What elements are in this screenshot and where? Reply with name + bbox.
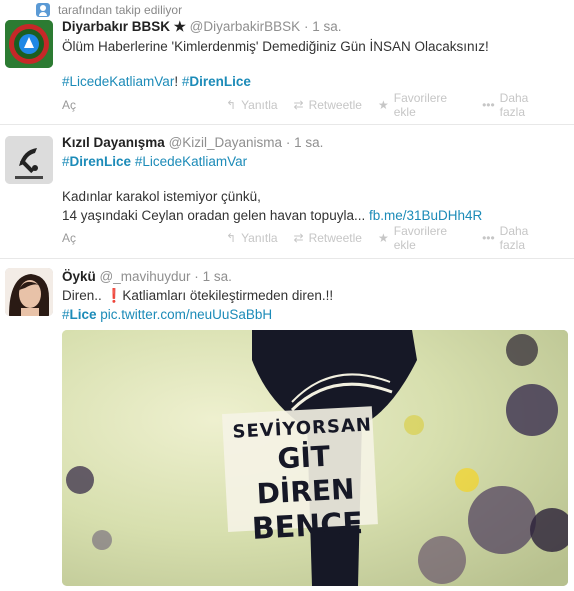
hashtag-link[interactable]: #LicedeKatliamVar bbox=[62, 74, 174, 89]
timestamp[interactable]: 1 sa. bbox=[203, 269, 232, 284]
username[interactable]: @_mavihuydur bbox=[100, 269, 191, 284]
hashtag-link[interactable]: #LicedeKatliamVar bbox=[135, 154, 247, 169]
tweet-line: Kadınlar karakol istemiyor çünkü, bbox=[62, 189, 261, 204]
tweet-line: 14 yaşındaki Ceylan oradan gelen havan t… bbox=[62, 208, 366, 223]
tweet-line: Diren.. bbox=[62, 288, 102, 303]
star-icon: ★ bbox=[377, 231, 389, 245]
avatar[interactable] bbox=[5, 136, 53, 184]
retweet-button[interactable]: ⇄ Retweetle bbox=[294, 231, 362, 245]
username[interactable]: @DiyarbakirBBSK bbox=[190, 19, 301, 34]
tweet-text: Ölüm Haberlerine 'Kimlerdenmiş' Demediği… bbox=[62, 37, 568, 91]
display-name[interactable]: Diyarbakır BBSK ★ bbox=[62, 19, 186, 34]
tweet-header: Kızıl Dayanışma @Kizil_Dayanisma · 1 sa. bbox=[62, 135, 324, 150]
retweet-icon: ⇄ bbox=[293, 231, 304, 245]
timestamp[interactable]: 1 sa. bbox=[294, 135, 323, 150]
star-icon: ★ bbox=[377, 98, 389, 112]
tweet-line: Katliamları ötekileştirmeden diren.!! bbox=[122, 288, 334, 303]
tweet-actions: Aç ↰ Yanıtla ⇄ Retweetle ★ Favorilere ekle … bbox=[62, 224, 568, 252]
reply-button[interactable]: ↰ Yanıtla bbox=[226, 231, 278, 245]
tweet-2[interactable]: Kızıl Dayanışma @Kizil_Dayanisma · 1 sa.… bbox=[0, 124, 574, 258]
tweet-1[interactable]: Diyarbakır BBSK ★ @DiyarbakirBBSK · 1 sa… bbox=[0, 18, 574, 124]
hashtag-link[interactable]: #DirenLice bbox=[62, 154, 131, 169]
photo-caption: SEVİYORSAN GİT DİREN BENCE bbox=[222, 413, 388, 549]
followed-by-text: tarafından takip ediliyor bbox=[58, 3, 183, 17]
photo-link[interactable]: pic.twitter.com/neuUuSaBbH bbox=[100, 307, 272, 322]
exclamation-emoji-icon: ❗ bbox=[105, 288, 123, 303]
timestamp[interactable]: 1 sa. bbox=[312, 19, 341, 34]
user-icon bbox=[36, 3, 50, 17]
tweet-header: Öykü @_mavihuydur · 1 sa. bbox=[62, 269, 232, 284]
retweet-button[interactable]: ⇄ Retweetle bbox=[294, 98, 362, 112]
followed-by-context: tarafından takip ediliyor bbox=[36, 2, 182, 18]
more-icon: ••• bbox=[482, 98, 495, 112]
favorite-button[interactable]: ★ Favorilere ekle bbox=[378, 224, 466, 252]
display-name[interactable]: Öykü bbox=[62, 269, 96, 284]
reply-button[interactable]: ↰ Yanıtla bbox=[226, 98, 278, 112]
expand-link[interactable]: Aç bbox=[62, 98, 76, 112]
more-button[interactable]: ••• Daha fazla bbox=[482, 224, 552, 252]
tweet-header: Diyarbakır BBSK ★ @DiyarbakirBBSK · 1 sa… bbox=[62, 19, 342, 34]
hashtag-link[interactable]: #Lice bbox=[62, 307, 97, 322]
favorite-button[interactable]: ★ Favorilere ekle bbox=[378, 91, 466, 119]
avatar[interactable] bbox=[5, 20, 53, 68]
display-name[interactable]: Kızıl Dayanışma bbox=[62, 135, 165, 150]
reply-icon: ↰ bbox=[226, 231, 237, 245]
photo-text-line: GİT DİREN bbox=[255, 439, 356, 511]
hashtag-link[interactable]: #DirenLice bbox=[182, 74, 251, 89]
tweet-photo[interactable]: SEVİYORSAN GİT DİREN BENCE bbox=[62, 330, 568, 586]
reply-icon: ↰ bbox=[226, 98, 237, 112]
tweet-line: Ölüm Haberlerine 'Kimlerdenmiş' Demediği… bbox=[62, 39, 489, 54]
tweet-text: #DirenLice #LicedeKatliamVar Kadınlar ka… bbox=[62, 152, 568, 225]
tweet-actions: Aç ↰ Yanıtla ⇄ Retweetle ★ Favorilere ekle … bbox=[62, 91, 568, 119]
expand-link[interactable]: Aç bbox=[62, 231, 76, 245]
external-link[interactable]: fb.me/31BuDHh4R bbox=[369, 208, 482, 223]
tweet-punct: ! bbox=[174, 74, 182, 89]
more-button[interactable]: ••• Daha fazla bbox=[482, 91, 552, 119]
avatar[interactable] bbox=[5, 268, 53, 316]
more-icon: ••• bbox=[482, 231, 495, 245]
retweet-icon: ⇄ bbox=[293, 98, 304, 112]
tweet-text: Diren.. ❗Katliamları ötekileştirmeden di… bbox=[62, 286, 568, 324]
username[interactable]: @Kizil_Dayanisma bbox=[169, 135, 283, 150]
